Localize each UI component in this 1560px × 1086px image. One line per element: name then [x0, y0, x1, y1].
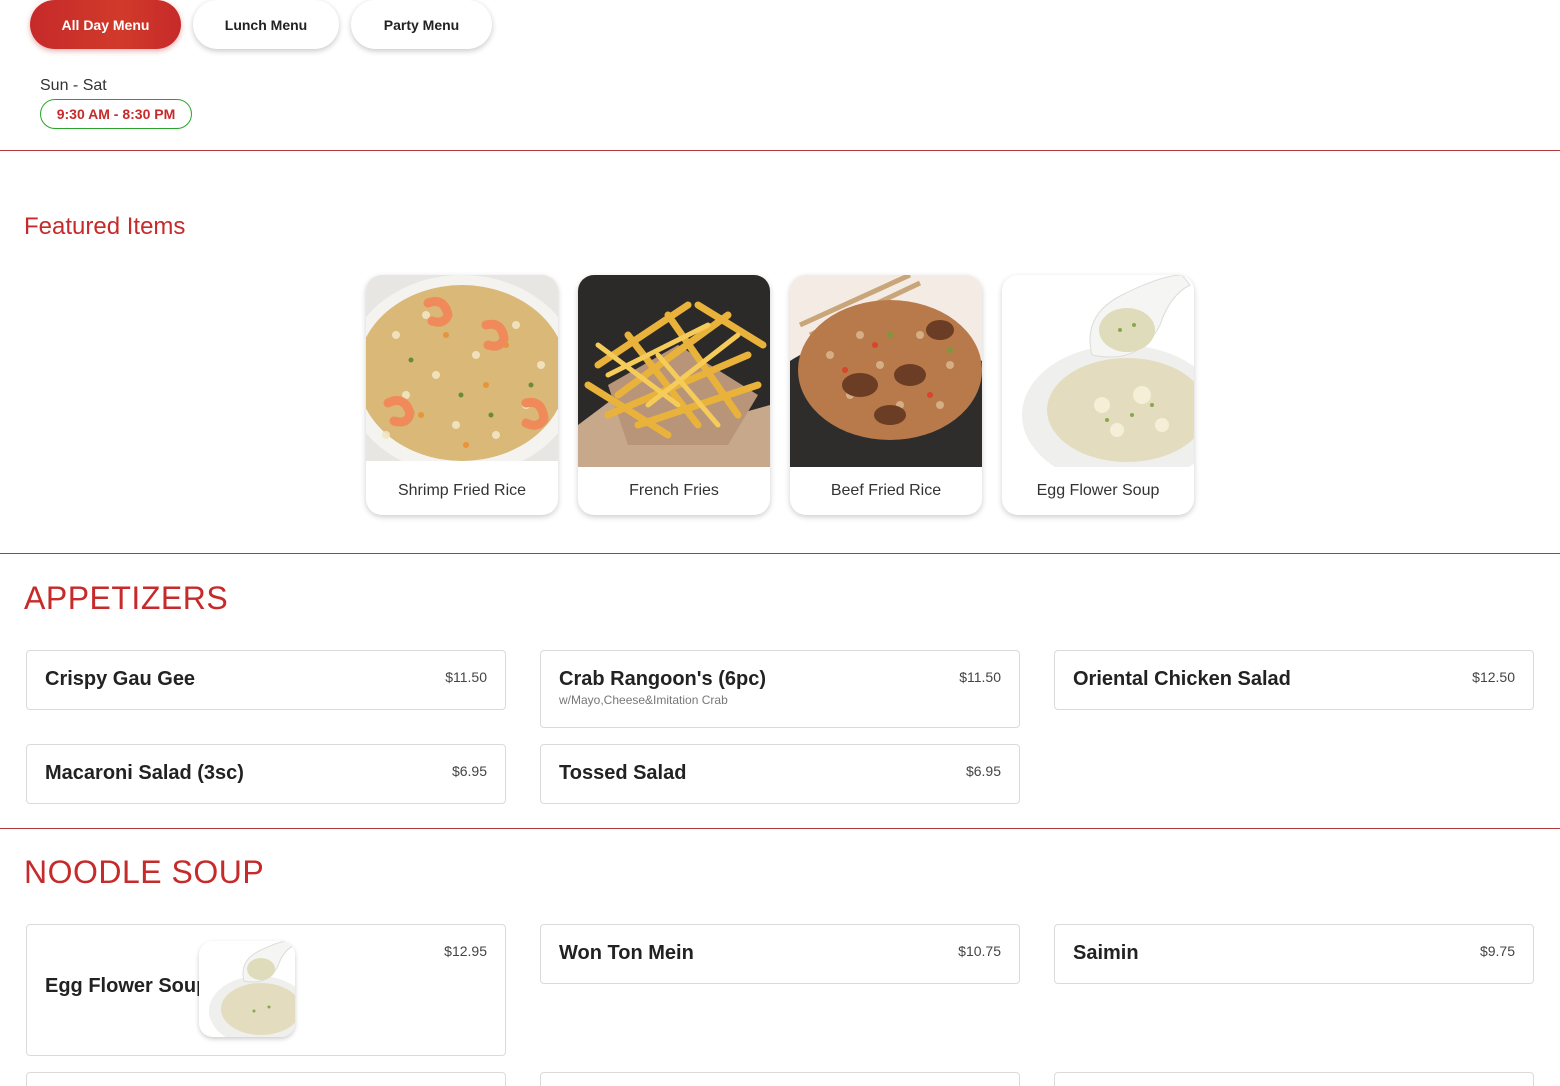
menu-item-tossed-salad[interactable]: Tossed Salad $6.95 — [540, 744, 1020, 804]
featured-card-egg-flower-soup[interactable]: Egg Flower Soup — [1002, 275, 1194, 515]
item-name: Oriental Chicken Salad — [1073, 668, 1291, 690]
item-price: $12.95 — [444, 943, 487, 959]
noodle-soup-title: NOODLE SOUP — [24, 854, 265, 890]
section-divider — [0, 553, 1560, 554]
item-price: $10.75 — [958, 943, 1001, 959]
featured-name: French Fries — [629, 482, 719, 499]
menu-item-crispy-gau-gee[interactable]: Crispy Gau Gee $11.50 — [26, 650, 506, 710]
featured-card-french-fries[interactable]: French Fries — [578, 275, 770, 515]
shrimp-fried-rice-photo — [366, 275, 558, 467]
section-divider — [0, 828, 1560, 829]
item-price: $6.95 — [965, 763, 1001, 779]
section-divider — [0, 150, 1560, 151]
hours-time-badge: 9:30 AM - 8:30 PM — [40, 99, 192, 129]
item-price: $12.50 — [1472, 669, 1515, 685]
menu-item-partial[interactable] — [1054, 1072, 1534, 1086]
featured-name: Egg Flower Soup — [1036, 482, 1160, 499]
tab-all-day-menu[interactable]: All Day Menu — [30, 0, 181, 49]
menu-item-egg-flower-soup[interactable]: Egg Flower Soup $12.95 — [26, 924, 506, 1056]
item-name: Macaroni Salad (3sc) — [45, 762, 244, 784]
menu-item-partial[interactable] — [26, 1072, 506, 1086]
featured-title: Featured Items — [24, 213, 186, 240]
menu-item-saimin[interactable]: Saimin $9.75 — [1054, 924, 1534, 984]
item-name: Crab Rangoon's (6pc) — [559, 668, 766, 690]
appetizers-title: APPETIZERS — [24, 580, 229, 616]
menu-tabs: All Day Menu Lunch Menu Party Menu — [30, 0, 492, 49]
featured-name: Beef Fried Rice — [830, 482, 942, 499]
menu-item-won-ton-mein[interactable]: Won Ton Mein $10.75 — [540, 924, 1020, 984]
item-price: $11.50 — [445, 669, 487, 685]
tab-lunch-menu[interactable]: Lunch Menu — [193, 0, 339, 49]
menu-item-macaroni-salad[interactable]: Macaroni Salad (3sc) $6.95 — [26, 744, 506, 804]
item-price: $11.50 — [959, 669, 1001, 685]
featured-name: Shrimp Fried Rice — [397, 482, 527, 499]
item-price: $9.75 — [1479, 943, 1515, 959]
beef-fried-rice-photo — [790, 275, 982, 467]
item-name: Tossed Salad — [559, 762, 687, 784]
egg-flower-soup-thumbnail — [199, 941, 295, 1037]
item-name: Egg Flower Soup — [45, 975, 209, 997]
menu-item-crab-rangoons[interactable]: Crab Rangoon's (6pc) $11.50 w/Mayo,Chees… — [540, 650, 1020, 728]
menu-item-partial[interactable] — [540, 1072, 1020, 1086]
featured-list: Shrimp Fried Rice French Fries Beef Frie… — [366, 275, 1194, 515]
featured-card-shrimp-fried-rice[interactable]: Shrimp Fried Rice — [366, 275, 558, 515]
hours-days: Sun - Sat — [40, 77, 107, 94]
tab-party-menu[interactable]: Party Menu — [351, 0, 492, 49]
french-fries-photo — [578, 275, 770, 467]
item-name: Saimin — [1073, 942, 1139, 964]
egg-flower-soup-photo — [1002, 275, 1194, 467]
featured-card-beef-fried-rice[interactable]: Beef Fried Rice — [790, 275, 982, 515]
item-name: Crispy Gau Gee — [45, 668, 196, 690]
item-description: w/Mayo,Cheese&Imitation Crab — [559, 693, 728, 707]
item-name: Won Ton Mein — [559, 942, 694, 964]
menu-item-oriental-chicken-salad[interactable]: Oriental Chicken Salad $12.50 — [1054, 650, 1534, 710]
item-price: $6.95 — [451, 763, 487, 779]
